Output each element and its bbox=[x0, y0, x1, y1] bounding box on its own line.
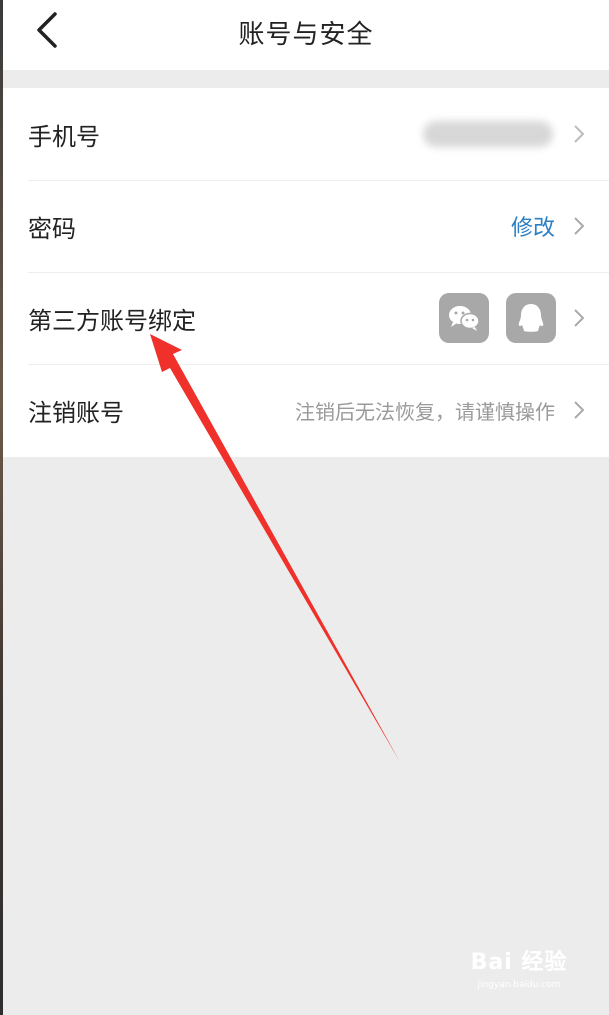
row-third-party-binding[interactable]: 第三方账号绑定 bbox=[3, 272, 609, 364]
row-label-phone: 手机号 bbox=[28, 122, 100, 151]
watermark-mark: Bai 经验 bbox=[470, 950, 568, 975]
watermark-url: jingyan.baidu.com bbox=[477, 980, 561, 990]
chevron-right-icon bbox=[574, 309, 585, 327]
row-label-password: 密码 bbox=[28, 214, 76, 243]
row-cancel-account[interactable]: 注销账号 注销后无法恢复，请谨慎操作 bbox=[3, 364, 609, 456]
page-title: 账号与安全 bbox=[238, 20, 374, 50]
row-label-cancel: 注销账号 bbox=[28, 398, 124, 427]
row-right-phone bbox=[423, 121, 585, 147]
chevron-right-icon bbox=[574, 217, 585, 235]
row-right-cancel: 注销后无法恢复，请谨慎操作 bbox=[295, 396, 585, 425]
row-phone-number[interactable]: 手机号 bbox=[3, 88, 609, 180]
header-bar: 账号与安全 bbox=[3, 0, 609, 70]
blurred-phone-value bbox=[423, 121, 553, 147]
wechat-icon[interactable] bbox=[439, 293, 489, 343]
qq-icon[interactable] bbox=[506, 293, 556, 343]
chevron-right-icon bbox=[574, 125, 585, 143]
row-right-third-party bbox=[439, 293, 585, 343]
cancel-account-hint: 注销后无法恢复，请谨慎操作 bbox=[295, 399, 555, 424]
chevron-right-icon bbox=[574, 401, 585, 419]
settings-list: 手机号 密码 修改 第三方账号绑定 注销账号 注销后无法恢复，请谨慎操作 bbox=[3, 88, 609, 457]
modify-password-link[interactable]: 修改 bbox=[511, 210, 555, 242]
row-label-third-party: 第三方账号绑定 bbox=[28, 306, 196, 335]
baidu-jingyan-watermark: Bai 经验 jingyan.baidu.com bbox=[459, 944, 579, 1004]
row-right-password: 修改 bbox=[511, 210, 585, 242]
row-password[interactable]: 密码 修改 bbox=[3, 180, 609, 272]
